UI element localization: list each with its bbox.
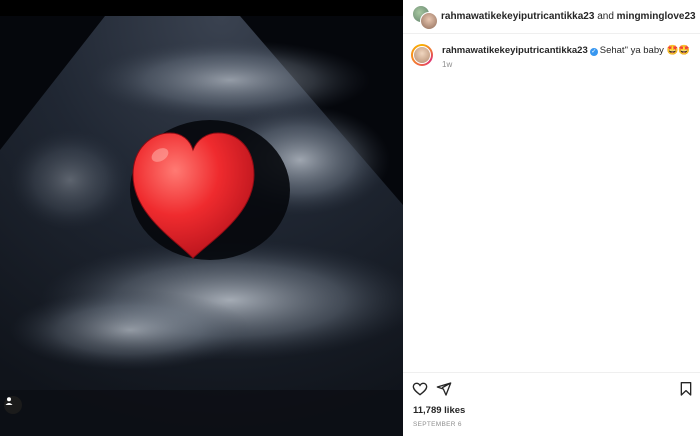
caption-text: Sehat" ya baby 🤩🤩 bbox=[599, 45, 691, 56]
caption-username[interactable]: rahmawatikekeyiputricantikka23 bbox=[442, 45, 588, 56]
avatar bbox=[420, 11, 438, 30]
paper-plane-icon[interactable] bbox=[436, 381, 452, 397]
post-media[interactable] bbox=[0, 0, 403, 436]
like-count[interactable]: 11,789 likes bbox=[413, 405, 465, 416]
caption: rahmawatikekeyiputricantikka23 ✓ Sehat" ya… bbox=[403, 34, 700, 69]
post-date: SEPTEMBER 6 bbox=[413, 421, 462, 428]
post-side-panel: rahmawatikekeyiputricantikka23 and mingm… bbox=[403, 0, 700, 436]
verified-badge-icon: ✓ bbox=[589, 48, 598, 56]
header-username-2[interactable]: mingminglove23 bbox=[617, 11, 696, 22]
action-bar bbox=[403, 372, 700, 405]
caption-avatar[interactable] bbox=[411, 44, 433, 66]
post-header: rahmawatikekeyiputricantikka23 and mingm… bbox=[403, 0, 700, 34]
caption-time[interactable]: 1w bbox=[442, 60, 690, 69]
heart-outline-icon[interactable] bbox=[412, 381, 428, 397]
header-username-1[interactable]: rahmawatikekeyiputricantikka23 bbox=[441, 11, 594, 22]
ultrasound-image bbox=[0, 0, 403, 436]
user-tag-button[interactable] bbox=[4, 396, 22, 414]
header-conjunction: and bbox=[597, 11, 614, 22]
bookmark-icon[interactable] bbox=[678, 381, 694, 397]
collab-usernames: rahmawatikekeyiputricantikka23 and mingm… bbox=[441, 11, 696, 22]
collab-avatars[interactable] bbox=[412, 4, 438, 30]
user-icon bbox=[5, 397, 13, 405]
